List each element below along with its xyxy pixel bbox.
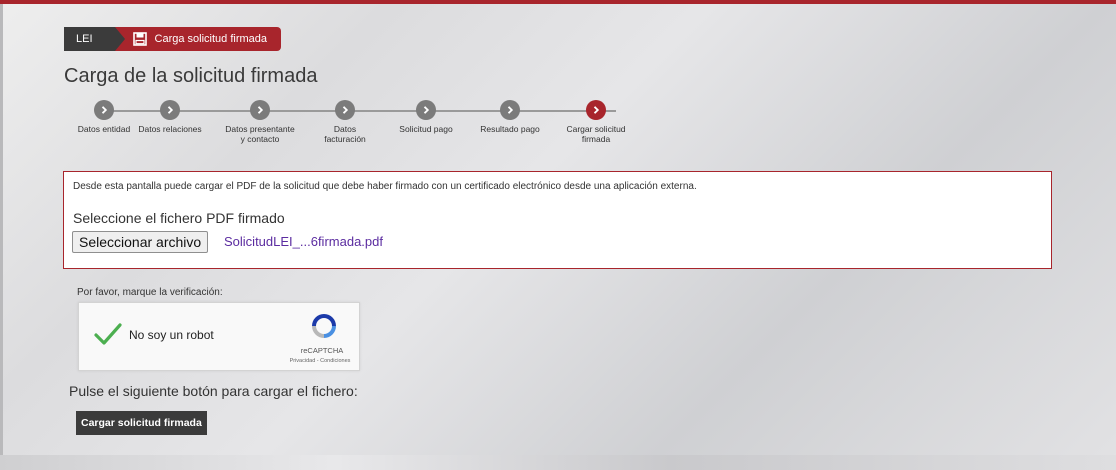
step-label: Resultado pago: [480, 124, 540, 134]
step-datos-presentante: Datos presentante y contacto: [218, 100, 302, 144]
step-circle: [335, 100, 355, 120]
recaptcha-checkbox-label: No soy un robot: [129, 328, 214, 342]
recaptcha-links[interactable]: Privacidad - Condiciones: [279, 358, 361, 364]
recaptcha-brand: reCAPTCHA: [300, 346, 344, 355]
step-label: Datos relaciones: [138, 124, 202, 134]
step-label: Solicitud pago: [399, 124, 453, 134]
breadcrumb-item-current: Carga solicitud firmada: [114, 27, 282, 51]
chevron-right-icon: [507, 106, 514, 114]
upload-panel: Desde esta pantalla puede cargar el PDF …: [63, 171, 1052, 269]
step-datos-relaciones: Datos relaciones: [128, 100, 212, 134]
step-label: Datos presentante y contacto: [225, 124, 295, 144]
top-accent-bar: [0, 0, 1116, 4]
background-band: [0, 455, 1116, 470]
select-file-button[interactable]: Seleccionar archivo: [72, 231, 209, 253]
recaptcha-widget: No soy un robot reCAPTCHA Privacidad - C…: [78, 302, 360, 371]
breadcrumb-item-lei[interactable]: LEI: [64, 27, 124, 51]
chevron-right-icon: [257, 106, 264, 114]
progress-steps: Datos entidad Datos relaciones Datos pre…: [62, 100, 662, 162]
step-circle: [160, 100, 180, 120]
file-field-label: Seleccione el fichero PDF firmado: [73, 210, 285, 226]
upload-info-text: Desde esta pantalla puede cargar el PDF …: [73, 181, 697, 192]
step-circle: [250, 100, 270, 120]
step-solicitud-pago: Solicitud pago: [384, 100, 468, 134]
checkmark-icon[interactable]: [93, 321, 123, 347]
breadcrumb-item-label: LEI: [76, 33, 93, 45]
step-datos-facturacion: Datos facturación: [303, 100, 387, 144]
page-title: Carga de la solicitud firmada: [64, 65, 318, 87]
step-resultado-pago: Resultado pago: [468, 100, 552, 134]
upload-signed-request-button[interactable]: Cargar solicitud firmada: [76, 411, 207, 435]
selected-file-name: SolicitudLEI_...6firmada.pdf: [224, 234, 383, 249]
breadcrumb-item-label: Carga solicitud firmada: [154, 33, 268, 45]
step-circle: [500, 100, 520, 120]
chevron-right-icon: [101, 106, 108, 114]
left-edge: [0, 4, 3, 470]
floppy-disk-icon: [132, 32, 147, 46]
recaptcha-logo-icon: [312, 314, 336, 338]
step-circle: [94, 100, 114, 120]
step-label: Datos facturación: [324, 124, 366, 144]
step-circle-active: [586, 100, 606, 120]
chevron-right-icon: [342, 106, 349, 114]
step-cargar-solicitud: Cargar solicitud firmada: [554, 100, 638, 144]
step-label: Cargar solicitud firmada: [566, 124, 626, 144]
chevron-right-icon: [167, 106, 174, 114]
chevron-right-icon: [423, 106, 430, 114]
submit-instruction: Pulse el siguiente botón para cargar el …: [69, 383, 358, 399]
breadcrumb: LEI Carga solicitud firmada: [64, 27, 282, 51]
verification-label: Por favor, marque la verificación:: [77, 287, 223, 298]
chevron-right-icon: [593, 106, 600, 114]
step-circle: [416, 100, 436, 120]
